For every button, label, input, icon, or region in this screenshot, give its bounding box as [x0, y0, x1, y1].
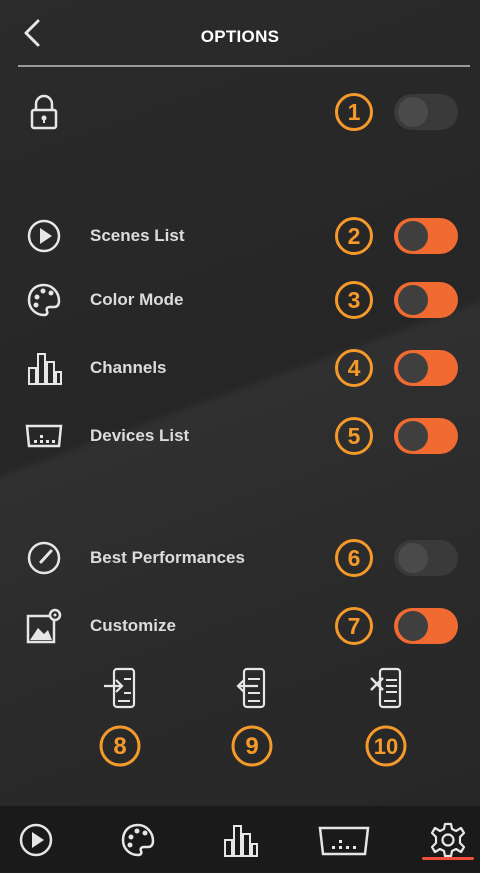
devices-list-toggle[interactable] [394, 418, 458, 454]
tab-channels-icon[interactable] [220, 820, 260, 860]
row-scenes-list: Scenes List 2 [0, 212, 480, 260]
tab-devices-icon[interactable] [316, 820, 372, 860]
bottom-tab-bar [0, 806, 480, 873]
svg-text:10: 10 [374, 734, 398, 759]
callout-badge-3: 3 [335, 281, 373, 319]
row-best-performances: Best Performances 6 [0, 534, 480, 582]
active-tab-indicator [422, 857, 474, 860]
toggle-knob [398, 285, 428, 315]
export-from-phone-icon[interactable] [234, 666, 270, 710]
import-to-phone-icon[interactable] [102, 666, 138, 710]
toggle-knob [398, 221, 428, 251]
svg-text:6: 6 [348, 545, 361, 571]
page-title: OPTIONS [200, 27, 280, 46]
svg-text:1: 1 [348, 99, 361, 125]
customize-image-icon [26, 608, 62, 644]
best-performances-label: Best Performances [90, 548, 245, 567]
tab-color-palette-icon[interactable] [118, 820, 158, 860]
row-customize: Customize 7 [0, 602, 480, 650]
callout-badge-7: 7 [335, 607, 373, 645]
row-lock: 1 [0, 88, 480, 136]
channels-label: Channels [90, 358, 167, 377]
toggle-knob [398, 543, 428, 573]
header-divider [18, 65, 470, 67]
tab-scenes-play-icon[interactable] [16, 820, 56, 860]
callout-badge-9: 9 [231, 725, 273, 767]
svg-text:2: 2 [348, 223, 361, 249]
customize-toggle[interactable] [394, 608, 458, 644]
row-devices-list: Devices List 5 [0, 412, 480, 460]
import-action: 8 [80, 666, 160, 776]
callout-badge-10: 10 [365, 725, 407, 767]
toggle-knob [398, 353, 428, 383]
toggle-knob [398, 611, 428, 641]
svg-text:3: 3 [348, 287, 361, 313]
color-mode-label: Color Mode [90, 290, 184, 309]
device-icon [25, 424, 63, 448]
scenes-list-toggle[interactable] [394, 218, 458, 254]
lock-toggle[interactable] [394, 94, 458, 130]
svg-text:5: 5 [348, 423, 361, 449]
svg-text:9: 9 [245, 733, 258, 760]
customize-label: Customize [90, 616, 176, 635]
row-color-mode: Color Mode 3 [0, 276, 480, 324]
devices-list-label: Devices List [90, 426, 190, 445]
lock-icon [30, 94, 58, 130]
header: OPTIONS [0, 0, 480, 66]
svg-text:7: 7 [348, 613, 361, 639]
play-icon [27, 219, 61, 253]
callout-badge-8: 8 [99, 725, 141, 767]
channels-bars-icon [28, 353, 62, 385]
toggle-knob [398, 97, 428, 127]
row-channels: Channels 4 [0, 344, 480, 392]
svg-text:4: 4 [348, 355, 361, 381]
export-action: 9 [212, 666, 292, 776]
palette-icon [27, 283, 61, 317]
best-performances-toggle[interactable] [394, 540, 458, 576]
color-mode-toggle[interactable] [394, 282, 458, 318]
scenes-list-label: Scenes List [90, 226, 185, 245]
tab-settings-gear-icon[interactable] [428, 820, 468, 860]
callout-badge-6: 6 [335, 539, 373, 577]
callout-badge-1: 1 [335, 93, 373, 131]
callout-badge-5: 5 [335, 417, 373, 455]
options-screen: OPTIONS 1 Scenes List 2 Color Mode 3 Cha… [0, 0, 480, 873]
gauge-icon [27, 541, 61, 575]
delete-action: 10 [346, 666, 426, 776]
delete-from-phone-icon[interactable] [368, 666, 404, 710]
callout-badge-2: 2 [335, 217, 373, 255]
channels-toggle[interactable] [394, 350, 458, 386]
toggle-knob [398, 421, 428, 451]
callout-badge-4: 4 [335, 349, 373, 387]
svg-text:8: 8 [113, 733, 126, 760]
